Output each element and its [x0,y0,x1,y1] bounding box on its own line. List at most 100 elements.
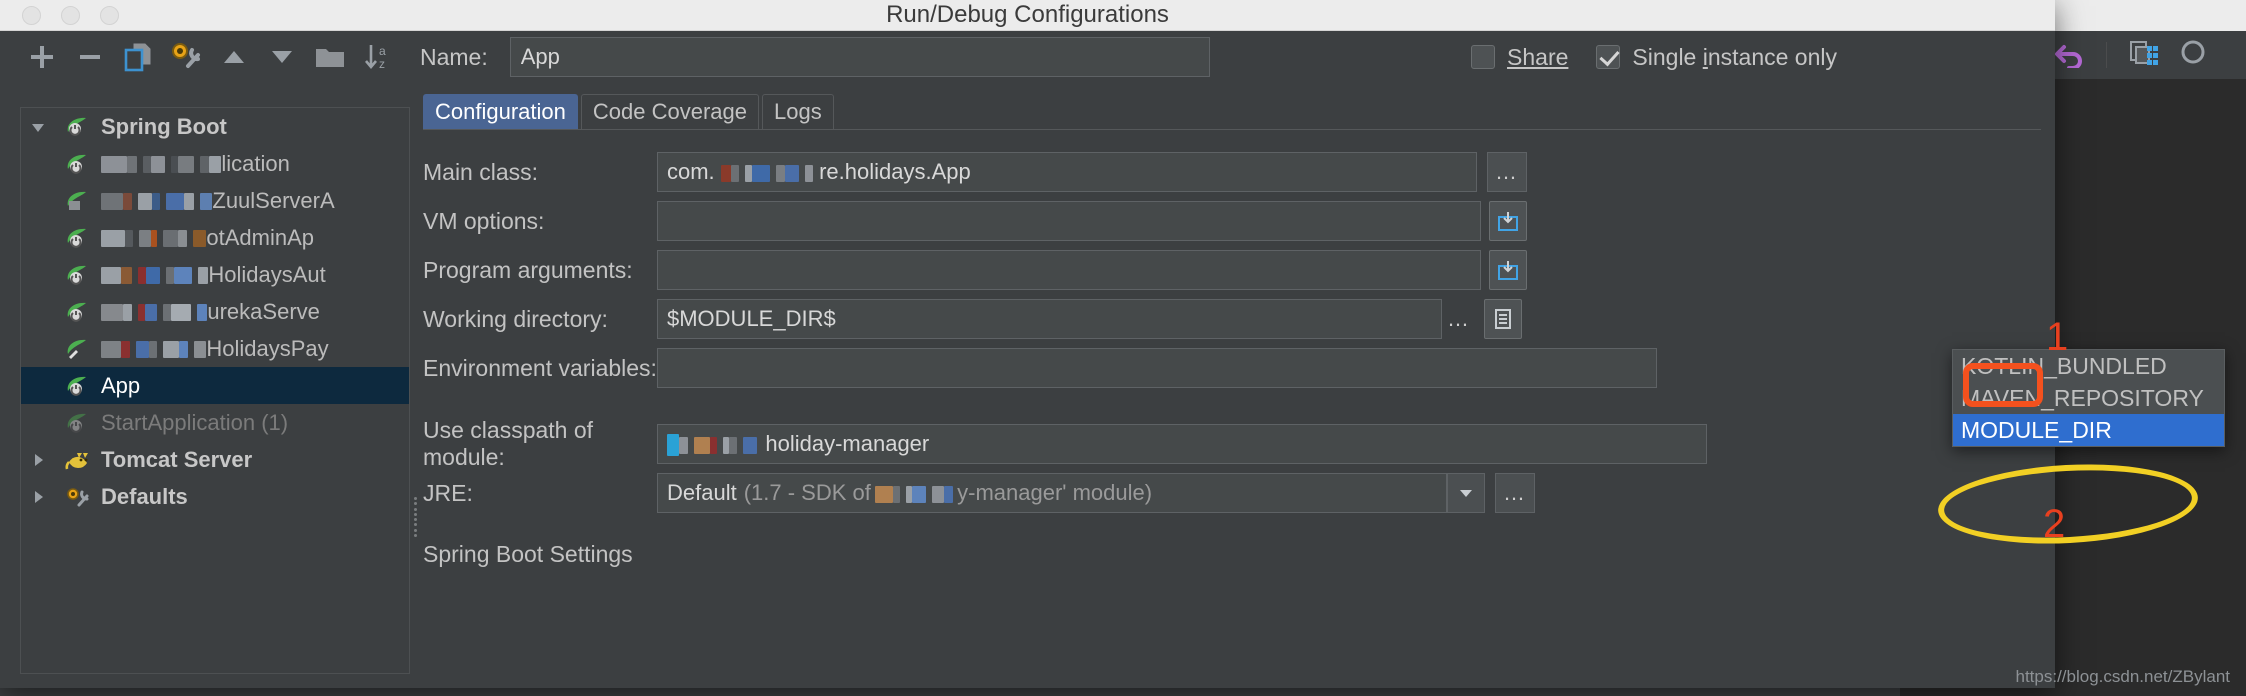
tree-node-holidays-pay[interactable]: HolidaysPay [21,330,409,367]
program-arguments-input[interactable] [657,250,1481,290]
share-checkbox[interactable] [1471,45,1496,69]
name-row: Name: Share Single instance only [420,31,2055,83]
working-directory-row: Working directory: $MODULE_DIR$ … [423,299,2055,339]
svg-text:a: a [379,44,386,58]
share-checkbox-row[interactable]: Share [1471,44,1568,71]
jre-value-dim-suffix: y-manager' module) [957,480,1153,505]
configuration-form: Main class: com. re.holidays.App … VM op… [420,130,2055,568]
tree-node-label: otAdminAp [206,224,314,250]
minimize-button[interactable] [61,6,80,25]
use-classpath-row: Use classpath of module: holiday-manager [423,417,2055,470]
close-button[interactable] [22,6,41,25]
vm-options-label: VM options: [423,207,545,234]
main-class-row: Main class: com. re.holidays.App … [423,152,2055,192]
sort-alphabetically-button[interactable]: a z [354,35,402,79]
defaults-gear-icon [55,485,101,509]
tree-node-tomcat-server[interactable]: Tomcat Server [21,441,409,478]
environment-variables-label: Environment variables: [423,354,657,381]
jre-browse-button[interactable]: … [1495,473,1535,513]
tree-node-label: HolidaysPay [206,335,329,361]
toolbar-separator [2106,42,2107,68]
spring-run-icon [55,337,101,361]
remove-button[interactable] [66,35,114,79]
spring-boot-settings-title: Spring Boot Settings [423,541,633,567]
tomcat-cat-icon [55,448,101,472]
edit-templates-button[interactable] [162,35,210,79]
main-class-value-prefix: com. [667,159,715,184]
tree-node-application[interactable]: lication [21,145,409,182]
program-arguments-row: Program arguments: [423,250,2055,290]
redaction-block [101,225,207,251]
copy-paste-icon[interactable] [2127,38,2159,73]
environment-variables-input[interactable] [657,348,1657,388]
main-class-input[interactable]: com. re.holidays.App [657,152,1477,192]
working-directory-input[interactable]: $MODULE_DIR$ [657,299,1442,339]
tab-configuration[interactable]: Configuration [423,94,578,129]
dialog-titlebar: Run/Debug Configurations [0,0,2055,31]
revert-icon[interactable] [2054,38,2086,73]
watermark: https://blog.csdn.net/ZBylant [2015,667,2230,686]
copy-configuration-button[interactable] [114,35,162,79]
move-down-button[interactable] [258,35,306,79]
tree-node-label: urekaServe [207,298,320,324]
jre-combo[interactable]: Default (1.7 - SDK of y-manager' module) [657,473,1447,513]
tree-node-label: Tomcat Server [101,446,253,472]
program-arguments-label: Program arguments: [423,256,633,283]
annotation-rect-1 [1963,363,2043,407]
tree-node-label: StartApplication (1) [101,409,289,435]
tree-node-label: lication [221,150,290,176]
working-directory-label: Working directory: [423,305,608,332]
tree-node-boot-admin[interactable]: otAdminAp [21,219,409,256]
folder-button[interactable] [306,35,354,79]
spring-leaf-icon [55,115,101,139]
name-input[interactable] [509,37,1210,77]
main-class-label: Main class: [423,158,539,185]
name-label: Name: [420,43,488,70]
expand-editor-icon[interactable] [1489,250,1527,290]
tree-node-app[interactable]: App [21,367,409,404]
run-debug-configurations-dialog: Run/Debug Configurations a z Spring Boot… [0,0,2055,688]
tree-node-zuul-server[interactable]: ZuulServerA [21,182,409,219]
chevron-right-icon[interactable] [21,488,55,506]
chevron-down-icon[interactable] [21,118,55,136]
tree-node-eureka-server[interactable]: urekaServe [21,293,409,330]
configuration-editor-pane: Name: Share Single instance only Configu… [420,31,2055,688]
chevron-right-icon[interactable] [21,451,55,469]
main-class-browse-button[interactable]: … [1487,152,1527,192]
editor-tabs[interactable]: Configuration Code Coverage Logs [420,91,2055,129]
tree-node-spring-boot[interactable]: Spring Boot [21,108,409,145]
insert-macro-icon[interactable] [1484,299,1522,339]
redaction-block [101,188,213,214]
jre-value-dim-prefix: (1.7 - SDK of [743,480,871,505]
tree-node-label: App [101,372,141,398]
configurations-tree[interactable]: Spring Boot lication ZuulServerA otAdmin… [20,107,410,674]
tree-node-holidays-auth[interactable]: HolidaysAut [21,256,409,293]
tab-logs[interactable]: Logs [761,94,834,129]
spring-run-icon [55,374,101,398]
tree-node-defaults[interactable]: Defaults [21,478,409,515]
tree-node-start-application[interactable]: StartApplication (1) [21,404,409,441]
share-label: Share [1507,43,1569,70]
jre-dropdown-button[interactable] [1447,473,1485,513]
environment-variables-row: Environment variables: [423,348,2055,388]
single-instance-checkbox[interactable] [1596,45,1621,69]
single-instance-checkbox-row[interactable]: Single instance only [1596,44,1837,71]
use-classpath-value: holiday-manager [765,431,930,456]
annotation-label-2: 2 [2043,502,2066,546]
dropdown-item-module-dir[interactable]: MODULE_DIR [1953,414,2224,446]
use-classpath-combo[interactable]: holiday-manager [657,424,1707,464]
main-class-value-suffix: re.holidays.App [819,159,971,184]
jre-label: JRE: [423,479,473,506]
add-button[interactable] [18,35,66,79]
zoom-button[interactable] [100,6,119,25]
redaction-block [720,159,814,185]
move-up-button[interactable] [210,35,258,79]
working-directory-browse-button[interactable]: … [1442,306,1476,332]
search-icon[interactable] [2179,38,2209,73]
vm-options-input[interactable] [657,201,1481,241]
configurations-toolbar: a z [0,31,420,83]
annotation-label-1: 1 [2046,315,2069,359]
spring-run-icon [55,263,101,287]
tab-code-coverage[interactable]: Code Coverage [580,94,759,129]
expand-editor-icon[interactable] [1489,201,1527,241]
